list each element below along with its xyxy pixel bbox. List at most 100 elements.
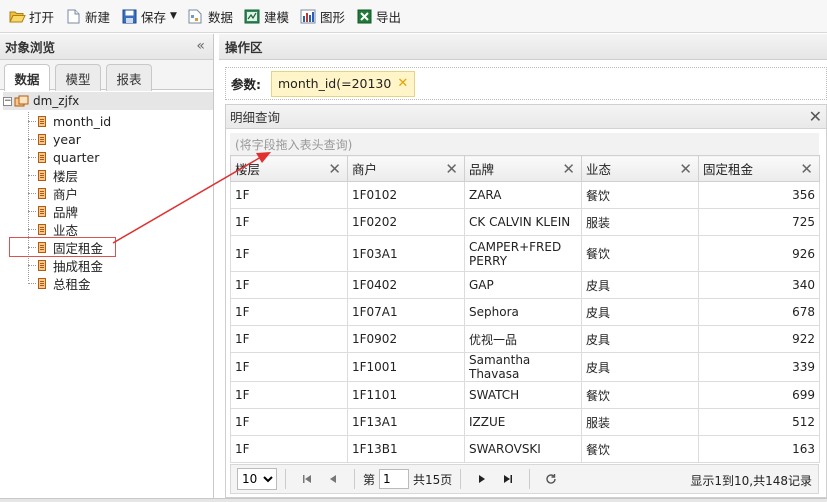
column-header-brand[interactable]: 品牌 ✕ [464, 155, 582, 182]
refresh-icon[interactable] [542, 470, 560, 488]
save-label: 保存 [141, 9, 167, 25]
table-cell: SWATCH [464, 381, 582, 409]
table-cell: 1F [230, 435, 348, 463]
detail-query-header: 明细查询 [226, 105, 826, 129]
export-button[interactable]: 导出 [353, 4, 407, 28]
table-cell: 皮具 [581, 298, 699, 326]
remove-column-icon[interactable]: ✕ [562, 160, 575, 178]
param-chip[interactable]: month_id(=20130 ✕ [271, 70, 416, 97]
table-cell: 339 [698, 352, 820, 382]
table-cell: 1F13A1 [347, 408, 465, 436]
data-button[interactable]: 数据 [185, 4, 239, 28]
table-row[interactable]: 1F 1F0902 优视一品 皮具 922 [230, 325, 820, 353]
tree-field-total-rent[interactable]: 总租金 [28, 274, 91, 292]
remove-column-icon[interactable]: ✕ [679, 160, 692, 178]
tree-field-fixed-rent[interactable]: 固定租金 [8, 237, 117, 257]
collapse-panel-icon[interactable]: « [196, 38, 205, 54]
table-cell: 725 [698, 208, 820, 236]
table-cell: CAMPER+FRED PERRY [464, 235, 582, 272]
page-size-select[interactable]: 10 [237, 468, 277, 490]
table-cell: 926 [698, 235, 820, 272]
table-cell: 1F [230, 381, 348, 409]
tree-field-year[interactable]: year [28, 130, 81, 148]
table-row[interactable]: 1F 1F0202 CK CALVIN KLEIN 服装 725 [230, 208, 820, 236]
table-cell: 皮具 [581, 271, 699, 299]
object-browser-header: 对象浏览 [0, 34, 213, 60]
table-row[interactable]: 1F 1F13B1 SWAROVSKI 餐饮 163 [230, 435, 820, 463]
table-row[interactable]: 1F 1F0402 GAP 皮具 340 [230, 271, 820, 299]
graph-button[interactable]: 图形 [297, 4, 351, 28]
save-button[interactable]: 保存 ▼ [118, 4, 183, 28]
table-cell: 1F0102 [347, 181, 465, 209]
table-row[interactable]: 1F 1F03A1 CAMPER+FRED PERRY 餐饮 926 [230, 235, 820, 272]
tab-model[interactable]: 模型 [55, 64, 101, 91]
tree-field-commission-rent[interactable]: 抽成租金 [28, 256, 103, 274]
table-cell: 1F [230, 325, 348, 353]
table-cell: 1F03A1 [347, 235, 465, 272]
last-page-icon[interactable] [499, 470, 517, 488]
detail-query-title: 明细查询 [230, 110, 281, 125]
page-number-input[interactable] [379, 469, 410, 489]
tab-report[interactable]: 报表 [106, 64, 152, 91]
next-page-icon[interactable] [473, 470, 491, 488]
table-cell: IZZUE [464, 408, 582, 436]
tree-root-node[interactable]: − dm_zjfx [3, 92, 213, 110]
export-label: 导出 [376, 9, 402, 25]
graph-label: 图形 [320, 9, 346, 25]
column-header-merchant[interactable]: 商户 ✕ [347, 155, 465, 182]
collapse-node-icon[interactable]: − [3, 96, 12, 106]
close-icon[interactable]: ✕ [809, 107, 822, 126]
new-button[interactable]: 新建 [62, 4, 116, 28]
table-row[interactable]: 1F 1F0102 ZARA 餐饮 356 [230, 181, 820, 209]
table-row[interactable]: 1F 1F13A1 IZZUE 服装 512 [230, 408, 820, 436]
remove-column-icon[interactable]: ✕ [800, 160, 813, 178]
table-cell: 512 [698, 408, 820, 436]
tree-field-brand[interactable]: 品牌 [28, 202, 78, 220]
browser-tabs: 数据 模型 报表 [0, 60, 213, 91]
table-row[interactable]: 1F 1F1101 SWATCH 餐饮 699 [230, 381, 820, 409]
tree-field-merchant[interactable]: 商户 [28, 184, 78, 202]
table-cell: 服装 [581, 408, 699, 436]
table-cell: 服装 [581, 208, 699, 236]
workspace-header: 操作区 [219, 34, 827, 60]
table-cell: 1F [230, 235, 348, 272]
table-row[interactable]: 1F 1F1001 Samantha Thavasa 皮具 339 [230, 352, 820, 382]
table-cell: 优视一品 [464, 325, 582, 353]
field-icon [38, 169, 46, 181]
first-page-icon[interactable] [298, 470, 316, 488]
field-icon [38, 277, 46, 289]
tree-field-format[interactable]: 业态 [28, 220, 78, 238]
folder-open-icon [8, 8, 26, 24]
data-icon [187, 8, 205, 24]
chevron-down-icon[interactable]: ▼ [170, 11, 177, 21]
drop-zone-hint[interactable]: (将字段拖入表头查询) [230, 133, 819, 155]
data-label: 数据 [207, 9, 233, 25]
table-cell: 1F0402 [347, 271, 465, 299]
field-icon [38, 151, 46, 163]
table-cell: 1F0902 [347, 325, 465, 353]
tree-field-month-id[interactable]: month_id [28, 112, 111, 130]
table-cell: 678 [698, 298, 820, 326]
remove-param-icon[interactable]: ✕ [397, 76, 408, 91]
bar-chart-icon [299, 8, 317, 24]
tree-field-floor[interactable]: 楼层 [28, 166, 78, 184]
remove-column-icon[interactable]: ✕ [328, 160, 341, 178]
table-cell: 163 [698, 435, 820, 463]
tree-field-quarter[interactable]: quarter [28, 148, 99, 166]
model-button[interactable]: 建模 [241, 4, 295, 28]
parameter-bar: 参数: month_id(=20130 ✕ [225, 67, 827, 100]
excel-export-icon [355, 8, 373, 24]
previous-page-icon[interactable] [324, 470, 342, 488]
tab-data[interactable]: 数据 [4, 64, 50, 91]
table-cell: 1F [230, 208, 348, 236]
column-header-floor[interactable]: 楼层 ✕ [230, 155, 348, 182]
field-icon [38, 115, 46, 127]
open-button[interactable]: 打开 [6, 4, 60, 28]
column-header-format[interactable]: 业态 ✕ [581, 155, 699, 182]
pagination-bar: 10 第 共15页 显示1到10,共148记录 [230, 464, 819, 494]
object-browser-title: 对象浏览 [5, 40, 56, 55]
remove-column-icon[interactable]: ✕ [445, 160, 458, 178]
table-cell: 922 [698, 325, 820, 353]
table-row[interactable]: 1F 1F07A1 Sephora 皮具 678 [230, 298, 820, 326]
column-header-fixed-rent[interactable]: 固定租金 ✕ [698, 155, 820, 182]
